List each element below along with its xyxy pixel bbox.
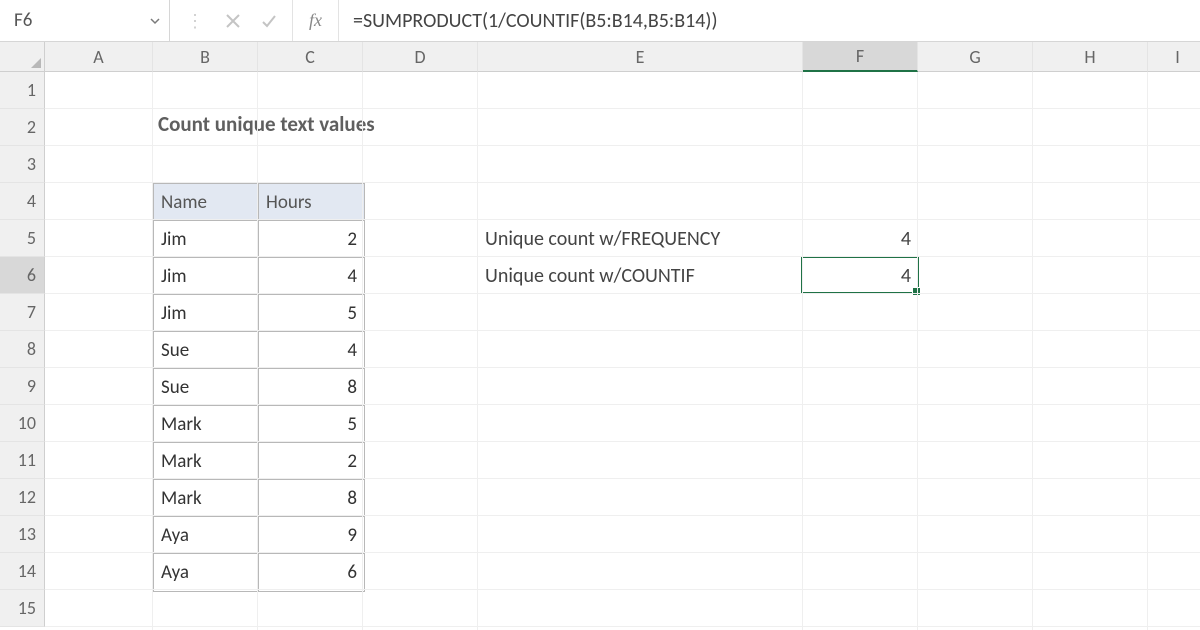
row-header[interactable]: 5: [0, 220, 45, 257]
table-header-hours[interactable]: Hours: [259, 184, 364, 221]
cell-area[interactable]: Count unique text values Name Hours Jim2…: [45, 72, 1200, 630]
column-header[interactable]: H: [1033, 42, 1148, 72]
table-cell[interactable]: Mark: [154, 443, 259, 480]
table-cell[interactable]: 6: [259, 554, 364, 591]
column-header[interactable]: C: [258, 42, 363, 72]
column-header[interactable]: B: [153, 42, 258, 72]
table-cell[interactable]: Aya: [154, 517, 259, 554]
column-header[interactable]: E: [478, 42, 803, 72]
formula-bar: F6 ⋮ fx =SUMPRODUCT(1/COUNTIF(B5:B14,B5:…: [0, 0, 1200, 42]
formula-bar-buttons: ⋮: [170, 0, 293, 41]
formula-input[interactable]: =SUMPRODUCT(1/COUNTIF(B5:B14,B5:B14)): [339, 9, 1200, 33]
data-table: Name Hours Jim2 Jim4 Jim5 Sue4 Sue8 Mark…: [153, 183, 365, 592]
enter-icon[interactable]: [260, 12, 278, 30]
table-cell[interactable]: Jim: [154, 221, 259, 258]
column-header[interactable]: D: [363, 42, 478, 72]
result-label-countif[interactable]: Unique count w/COUNTIF: [485, 257, 695, 294]
table-cell[interactable]: 4: [259, 258, 364, 295]
insert-function-button[interactable]: fx: [293, 0, 339, 41]
result-value-countif[interactable]: 4: [803, 257, 918, 294]
column-header[interactable]: G: [918, 42, 1033, 72]
table-cell[interactable]: Mark: [154, 480, 259, 517]
row-header[interactable]: 12: [0, 479, 45, 516]
row-header[interactable]: 9: [0, 368, 45, 405]
table-cell[interactable]: Jim: [154, 258, 259, 295]
row-header[interactable]: 7: [0, 294, 45, 331]
sheet-title: Count unique text values: [158, 111, 375, 137]
table-header-name[interactable]: Name: [154, 184, 259, 221]
row-header[interactable]: 14: [0, 553, 45, 590]
column-header[interactable]: F: [803, 42, 918, 72]
row-header[interactable]: 11: [0, 442, 45, 479]
column-header[interactable]: I: [1148, 42, 1200, 72]
table-cell[interactable]: Mark: [154, 406, 259, 443]
table-cell[interactable]: 8: [259, 369, 364, 406]
result-label-frequency[interactable]: Unique count w/FREQUENCY: [485, 220, 720, 257]
row-header[interactable]: 6: [0, 257, 45, 294]
row-header[interactable]: 15: [0, 590, 45, 627]
table-cell[interactable]: Sue: [154, 332, 259, 369]
table-cell[interactable]: 2: [259, 443, 364, 480]
row-header[interactable]: 4: [0, 183, 45, 220]
row-header[interactable]: 2: [0, 109, 45, 146]
table-cell[interactable]: 5: [259, 295, 364, 332]
formula-bar-separator: ⋮: [184, 10, 206, 32]
column-headers: ABCDEFGHI: [45, 42, 1200, 72]
name-box[interactable]: F6: [10, 7, 147, 34]
name-box-dropdown[interactable]: [147, 16, 163, 26]
worksheet-grid: 123456789101112131415 ABCDEFGHI Count un…: [0, 42, 1200, 630]
table-cell[interactable]: 5: [259, 406, 364, 443]
cancel-icon[interactable]: [224, 12, 242, 30]
table-cell[interactable]: 2: [259, 221, 364, 258]
row-header[interactable]: 10: [0, 405, 45, 442]
table-cell[interactable]: 9: [259, 517, 364, 554]
select-all-corner[interactable]: [0, 42, 45, 72]
row-headers: 123456789101112131415: [0, 42, 45, 630]
column-header[interactable]: A: [45, 42, 153, 72]
table-cell[interactable]: 8: [259, 480, 364, 517]
table-cell[interactable]: 4: [259, 332, 364, 369]
name-box-wrap: F6: [0, 0, 170, 42]
row-header[interactable]: 1: [0, 72, 45, 109]
table-cell[interactable]: Sue: [154, 369, 259, 406]
row-header[interactable]: 8: [0, 331, 45, 368]
row-header[interactable]: 3: [0, 146, 45, 183]
row-header[interactable]: 13: [0, 516, 45, 553]
table-cell[interactable]: Aya: [154, 554, 259, 591]
table-cell[interactable]: Jim: [154, 295, 259, 332]
result-value-frequency[interactable]: 4: [803, 220, 918, 257]
